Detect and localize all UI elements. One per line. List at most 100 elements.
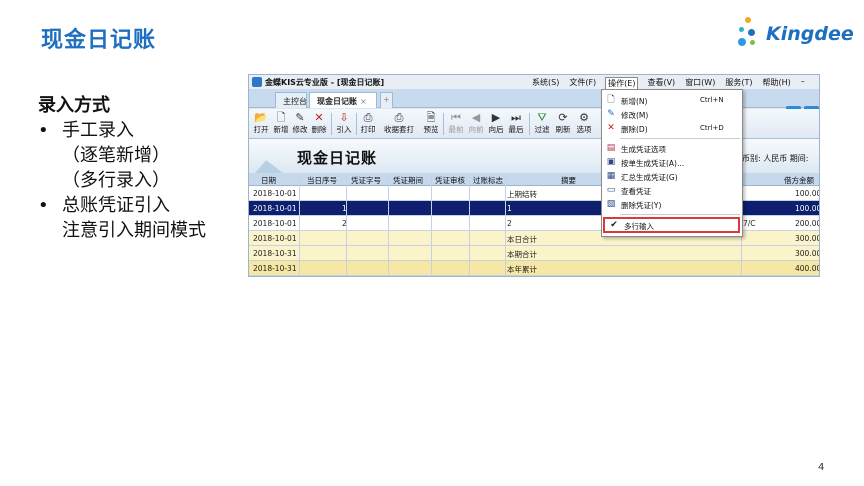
menu-separator xyxy=(620,214,740,215)
toolbar-label: 向后 xyxy=(488,125,504,134)
cell-summary: 本年累计 xyxy=(507,265,537,274)
toolbar-new-button[interactable]: 🗋 新增 xyxy=(271,111,291,135)
menu-window[interactable]: 窗口(W) xyxy=(684,77,716,89)
menu-item-label: 删除(D) xyxy=(621,125,648,134)
toolbar-last-button[interactable]: ⏭ 最后 xyxy=(506,111,526,135)
toolbar-print-button[interactable]: ⎙ 打印 xyxy=(358,111,378,135)
toolbar-filter-button[interactable]: ⛛ 过滤 xyxy=(532,111,552,135)
toolbar-separator xyxy=(356,113,357,135)
menu-item-label: 多行输入 xyxy=(624,222,654,231)
toolbar-label: 向前 xyxy=(468,125,484,134)
column-divider xyxy=(505,173,506,276)
toolbar-label: 收据套打 xyxy=(384,125,414,134)
toolbar-prev-button[interactable]: ◀ 向前 xyxy=(466,111,486,135)
menu-item-label: 修改(M) xyxy=(621,111,649,120)
menu-item-label: 新增(N) xyxy=(621,97,648,106)
toolbar-preview-button[interactable]: 🗎 预览 xyxy=(421,111,441,135)
menu-item-label: 按单生成凭证(A)... xyxy=(621,159,685,168)
first-icon: ⏮ xyxy=(451,111,461,124)
bullet-subitem: （多行录入） xyxy=(62,170,170,191)
menu-item-voucher-options[interactable]: ▤ 生成凭证选项 xyxy=(602,142,742,155)
menu-item-single-voucher[interactable]: ▣ 按单生成凭证(A)... xyxy=(602,156,742,169)
menu-operation[interactable]: 操作(E) xyxy=(605,77,639,89)
menu-item-multiline-input[interactable]: ✔ 多行输入 xyxy=(603,217,740,233)
kingdee-logo: Kingdee xyxy=(736,17,854,51)
toolbar-separator xyxy=(331,113,332,135)
table-row[interactable]: 2018-10-31 本年累计 400.00 xyxy=(249,261,819,276)
menu-item-delete-voucher[interactable]: ▧ 删除凭证(Y) xyxy=(602,198,742,211)
column-header[interactable]: 凭证期间 xyxy=(393,175,423,186)
cell-debit: 400.00 xyxy=(795,264,820,273)
cell-debit: 100.00 xyxy=(795,189,820,198)
column-header[interactable]: 摘要 xyxy=(561,175,576,186)
toolbar-label: 选项 xyxy=(576,125,592,134)
column-header[interactable]: 凭证审核 xyxy=(435,175,465,186)
menu-item-delete[interactable]: ✕ 删除(D) Ctrl+D xyxy=(602,122,742,135)
menu-item-edit[interactable]: ✎ 修改(M) xyxy=(602,108,742,121)
menu-item-label: 查看凭证 xyxy=(621,187,651,196)
new-doc-icon: 🗋 xyxy=(607,95,615,105)
cell-debit: 200.00 xyxy=(795,219,820,228)
column-header[interactable]: 借方金额 xyxy=(784,175,814,186)
mountain-decoration-icon xyxy=(255,160,283,173)
operation-dropdown-menu: 🗋 新增(N) Ctrl+N ✎ 修改(M) ✕ 删除(D) Ctrl+D ▤ 生成凭证选项… xyxy=(601,89,743,237)
cell-summary: 本期合计 xyxy=(507,250,537,259)
logo-text: Kingdee xyxy=(766,23,854,45)
menu-help[interactable]: 帮助(H) xyxy=(761,77,791,89)
menu-separator xyxy=(620,138,740,139)
toolbar-next-button[interactable]: ▶ 向后 xyxy=(486,111,506,135)
refresh-icon: ⟳ xyxy=(558,111,568,124)
prev-icon: ◀ xyxy=(471,111,481,124)
tab-label: 现金日记账 xyxy=(317,97,357,106)
toolbar-delete-button[interactable]: ✕ 删除 xyxy=(309,111,329,135)
toolbar-label: 最前 xyxy=(448,125,464,134)
edit-icon: ✎ xyxy=(295,111,305,124)
toolbar-open-button[interactable]: 📂 打开 xyxy=(251,111,271,135)
column-divider xyxy=(388,173,389,276)
column-header[interactable]: 过账标志 xyxy=(473,175,503,186)
table-row[interactable]: 2018-10-31 本期合计 300.00 xyxy=(249,246,819,261)
close-icon[interactable]: × xyxy=(360,97,367,106)
column-header[interactable]: 凭证字号 xyxy=(351,175,381,186)
toolbar-label: 新增 xyxy=(273,125,289,134)
menu-file[interactable]: 文件(F) xyxy=(568,77,597,89)
tab-home[interactable]: 主控台 xyxy=(275,92,307,108)
toolbar-first-button[interactable]: ⏮ 最前 xyxy=(446,111,466,135)
voucher-options-icon: ▤ xyxy=(606,143,616,153)
toolbar-label: 打印 xyxy=(360,125,376,134)
toolbar-separator xyxy=(443,113,444,135)
bullet-marker: • xyxy=(38,120,49,141)
tab-cash-journal[interactable]: 现金日记账 × xyxy=(309,92,377,108)
column-header[interactable]: 日期 xyxy=(261,175,276,186)
toolbar-label: 打开 xyxy=(253,125,269,134)
menu-view[interactable]: 查看(V) xyxy=(646,77,676,89)
bullet-marker: • xyxy=(38,195,49,216)
cell-date: 2018-10-01 xyxy=(253,189,297,198)
menu-system[interactable]: 系统(S) xyxy=(531,77,560,89)
menu-item-view-voucher[interactable]: ▭ 查看凭证 xyxy=(602,184,742,197)
menu-item-new[interactable]: 🗋 新增(N) Ctrl+N xyxy=(602,94,742,107)
menu-service[interactable]: 服务(T) xyxy=(724,77,753,89)
currency-period-label: 币别: 人民币 期间: xyxy=(742,154,809,163)
toolbar-label: 删除 xyxy=(311,125,327,134)
title-bar: 金蝶KIS云专业版 - [现金日记账] 系统(S) 文件(F) 操作(E) 查看… xyxy=(249,75,819,89)
single-voucher-icon: ▣ xyxy=(606,157,616,167)
toolbar-import-button[interactable]: ⇩ 引入 xyxy=(334,111,354,135)
column-header[interactable]: 当日序号 xyxy=(307,175,337,186)
add-tab-button[interactable]: + xyxy=(380,92,393,108)
page-number: 4 xyxy=(818,462,825,473)
cell-date: 2018-10-31 xyxy=(253,264,297,273)
cell-summary: 1 xyxy=(507,204,512,213)
minimize-button[interactable]: – xyxy=(800,77,806,89)
cell-summary: 2 xyxy=(507,219,512,228)
toolbar-options-button[interactable]: ⚙ 选项 xyxy=(574,111,594,135)
toolbar-receipt-print-button[interactable]: ⎙ 收据套打 xyxy=(384,111,414,135)
menu-item-summary-voucher[interactable]: ▦ 汇总生成凭证(G) xyxy=(602,170,742,183)
toolbar-label: 引入 xyxy=(336,125,352,134)
toolbar-edit-button[interactable]: ✎ 修改 xyxy=(290,111,310,135)
delete-voucher-icon: ▧ xyxy=(606,199,616,209)
cell-extra: 7/C xyxy=(743,219,756,228)
cell-debit: 300.00 xyxy=(795,234,820,243)
checkmark-icon: ✔ xyxy=(610,220,618,230)
toolbar-refresh-button[interactable]: ⟳ 刷新 xyxy=(553,111,573,135)
